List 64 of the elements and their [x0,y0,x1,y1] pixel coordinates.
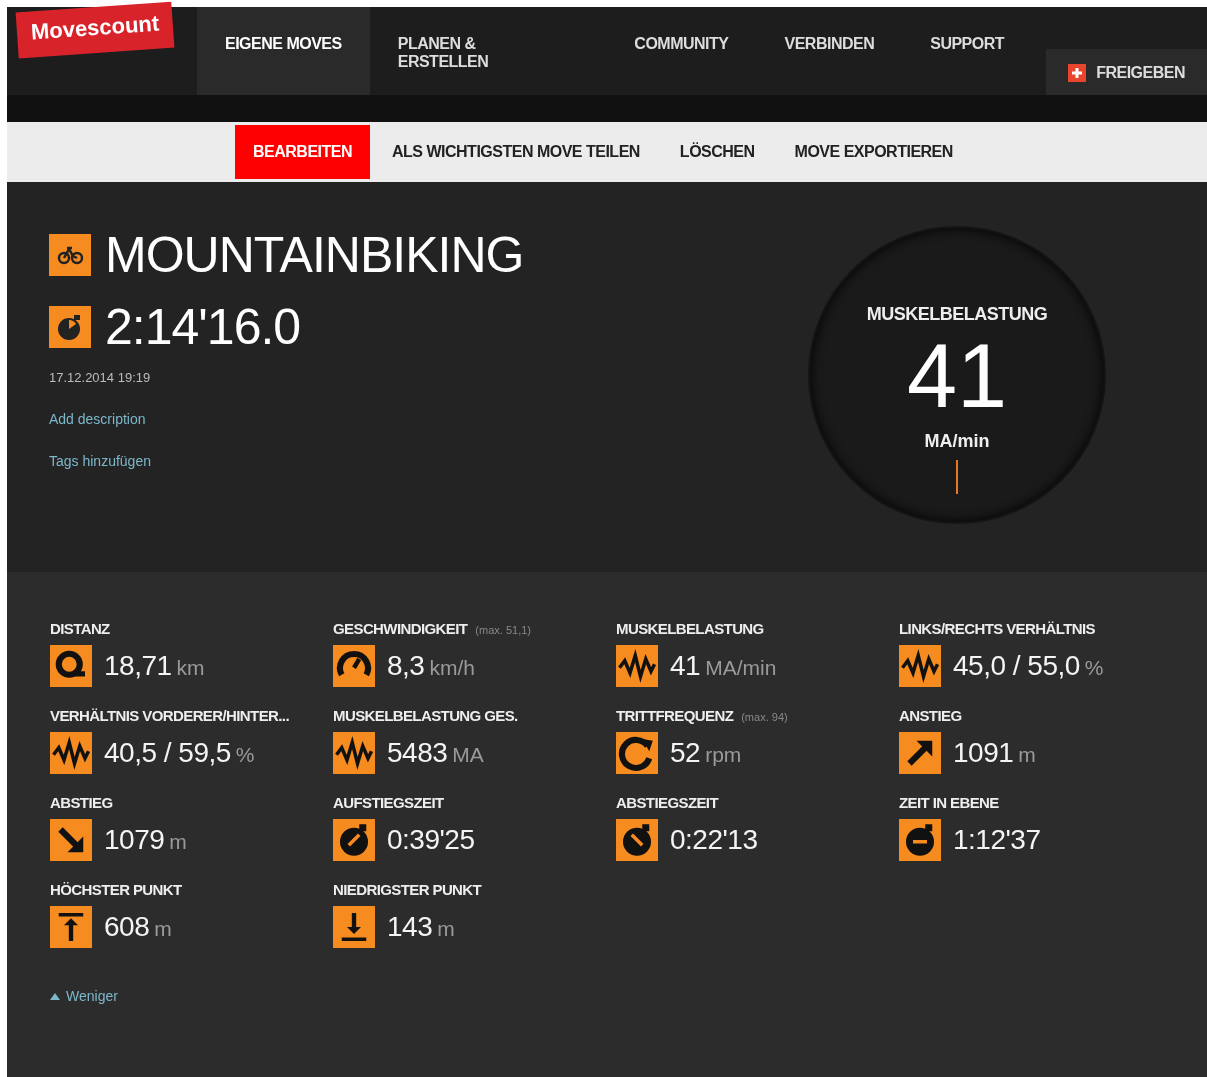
stat-value: 608 [104,911,150,943]
less-link[interactable]: Weniger [66,988,118,1004]
stat-unit: m [1018,743,1036,767]
stat-label: HÖCHSTER PUNKT [50,881,182,898]
stat-label: LINKS/RECHTS VERHÄLTNIS [899,620,1095,637]
stat-note: (max. 94) [741,711,788,723]
stat-label: ANSTIEG [899,707,962,724]
share-button[interactable]: FREIGEBEN [1046,49,1207,95]
gauge-value: 41 [906,331,1008,421]
action-tab[interactable]: ALS WICHTIGSTEN MOVE TEILEN [374,125,658,179]
stat-label: ABSTIEGSZEIT [616,794,718,811]
date-time: 17.12.2014 19:19 [49,370,152,385]
stat-unit: % [1084,656,1104,680]
stat-value: 5483 [387,737,448,769]
triangle-up-icon [50,992,60,1000]
plus-icon [1068,64,1087,82]
gauge-title: MUSKELBELASTUNG [866,304,1048,325]
stat-value: 8,3 [387,650,425,682]
stat-value: 143 [387,911,433,943]
stat-label: MUSKELBELASTUNG GES. [333,707,518,724]
stat-unit: m [437,917,455,941]
stat-label: VERHÄLTNIS VORDERER/HINTER... [50,707,289,724]
stat-unit: % [235,743,255,767]
stat-label: AUFSTIEGSZEIT [333,794,444,811]
stat-label: GESCHWINDIGKEIT [333,620,468,637]
nav-tab[interactable]: COMMUNITY [606,7,757,95]
nav-tab[interactable]: EIGENE MOVES [197,7,370,95]
stat-value: 1079 [104,824,165,856]
stat-value: 0:22'13 [670,824,758,856]
add-description-link[interactable]: Add description [49,411,146,427]
stat-unit: m [154,917,172,941]
stat-unit: MA/min [705,656,777,680]
stat-unit: m [169,830,187,854]
nav-tab[interactable]: PLANEN & ERSTELLEN [369,7,517,95]
stat-value: 18,71 [104,650,172,682]
stat-label: DISTANZ [50,620,110,637]
nav-tab[interactable]: SUPPORT [902,7,1033,95]
nav-tab[interactable]: VERBINDEN [756,7,903,95]
stat-value: 45,0 / 55,0 [953,650,1080,682]
stat-unit: rpm [705,743,742,767]
stat-label: ZEIT IN EBENE [899,794,999,811]
stat-value: 41 [670,650,701,682]
logo[interactable]: Movescount [15,1,175,59]
sport-title: MOUNTAINBIKING [105,226,524,284]
stat-unit: MA [452,743,484,767]
add-tags-link[interactable]: Tags hinzufügen [49,453,151,469]
stat-label: NIEDRIGSTER PUNKT [333,881,482,898]
action-tab[interactable]: LÖSCHEN [661,125,773,179]
stat-label: ABSTIEG [50,794,113,811]
stat-value: 40,5 / 59,5 [104,737,231,769]
duration: 2:14'16.0 [105,298,301,356]
stat-unit: km/h [429,656,475,680]
stat-value: 0:39'25 [387,824,475,856]
stat-value: 1091 [953,737,1014,769]
stat-note: (max. 51,1) [475,624,531,636]
stat-unit: km [176,656,205,680]
gauge-tick [956,460,958,494]
action-tab[interactable]: MOVE EXPORTIEREN [776,125,971,179]
stat-label: TRITTFREQUENZ [616,707,734,724]
stat-label: MUSKELBELASTUNG [616,620,764,637]
action-tab[interactable]: BEARBEITEN [235,125,370,179]
stat-value: 1:12'37 [953,824,1041,856]
gauge-unit: MA/min [924,431,990,452]
stat-value: 52 [670,737,701,769]
